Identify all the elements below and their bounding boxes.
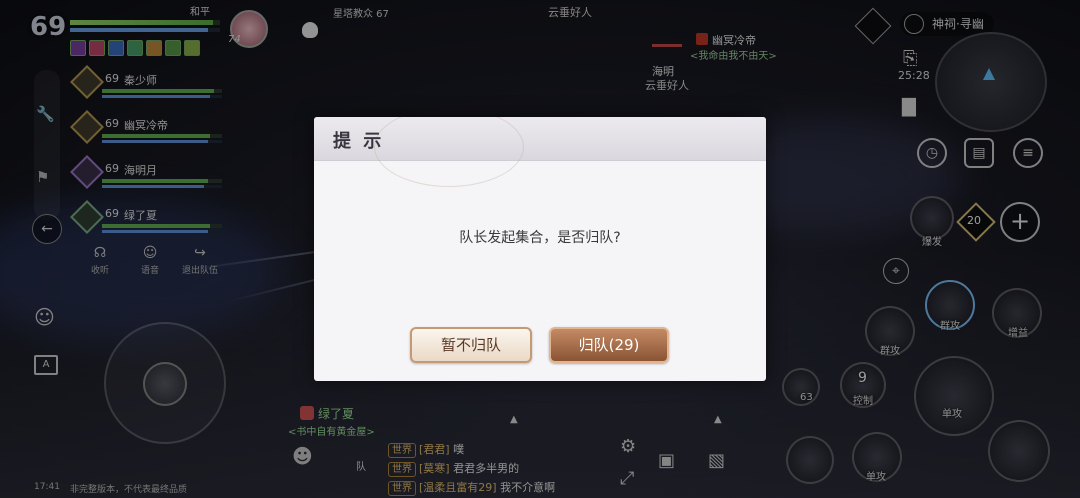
- decline-regroup-button[interactable]: 暂不归队: [410, 327, 532, 363]
- dialog-title: 提 示: [333, 131, 385, 152]
- regroup-button[interactable]: 归队(29): [549, 327, 669, 363]
- dialog-ornament: [374, 117, 524, 187]
- prompt-dialog: 提 示 队长发起集合，是否归队? 暂不归队 归队(29): [314, 117, 766, 381]
- dialog-message: 队长发起集合，是否归队?: [459, 230, 621, 246]
